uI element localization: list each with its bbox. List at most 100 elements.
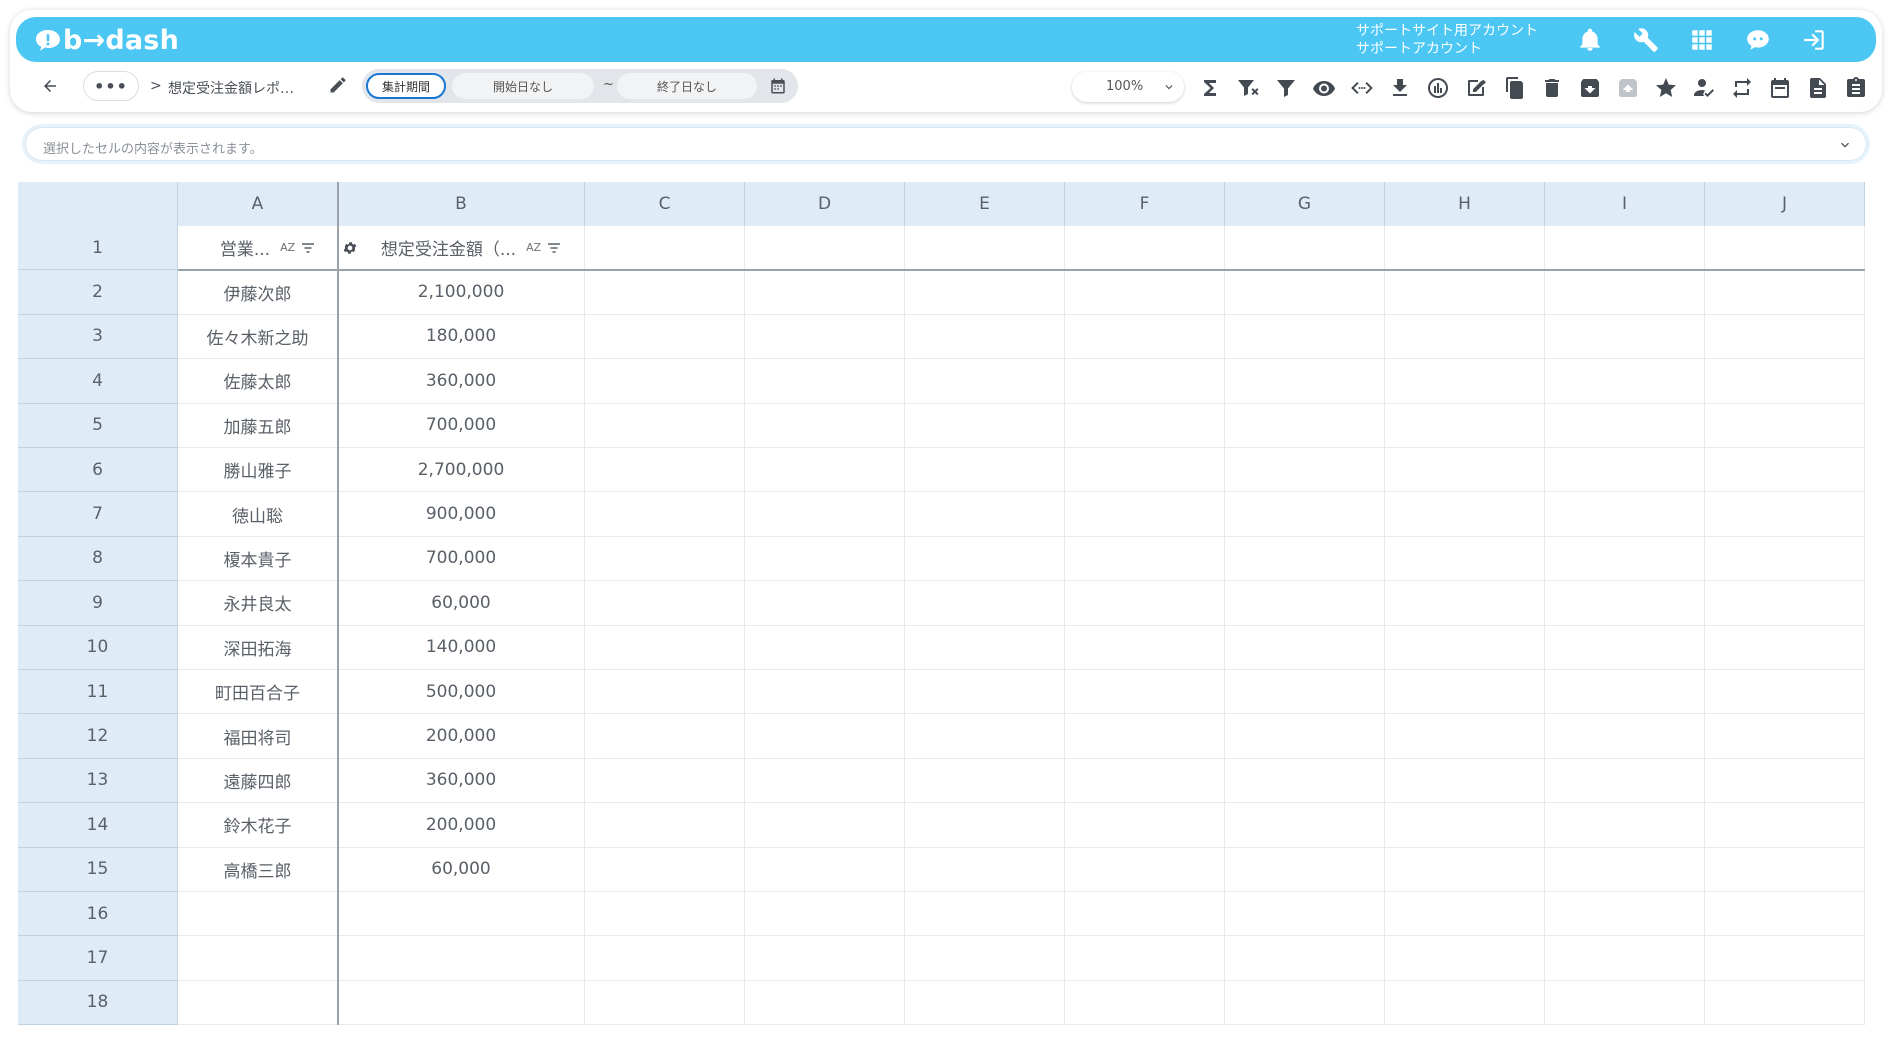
table-cell[interactable] [1705,758,1865,804]
row-header[interactable]: 16 [18,892,178,937]
table-cell[interactable] [745,892,905,937]
table-cell[interactable] [905,359,1065,404]
table-cell[interactable] [1705,314,1865,360]
table-cell[interactable] [745,625,905,670]
row-header[interactable]: 13 [18,758,178,804]
table-cell[interactable] [1545,403,1705,448]
table-cell[interactable] [1545,448,1705,493]
table-cell[interactable] [585,892,745,937]
table-cell[interactable] [1705,536,1865,582]
table-cell[interactable] [745,847,905,892]
table-cell[interactable] [1545,492,1705,537]
eye-icon[interactable] [1310,74,1338,102]
header-cell[interactable] [1385,226,1545,271]
table-cell[interactable] [1705,803,1865,848]
table-cell[interactable] [1705,403,1865,448]
table-cell[interactable] [1705,581,1865,626]
table-cell[interactable]: 遠藤四郎 [178,758,338,804]
row-header[interactable]: 6 [18,448,178,493]
table-cell[interactable]: 900,000 [338,492,585,537]
column-header-j[interactable]: J [1705,182,1865,226]
table-cell[interactable]: 加藤五郎 [178,403,338,448]
table-cell[interactable]: 深田拓海 [178,625,338,670]
table-cell[interactable] [1065,625,1225,670]
row-header[interactable]: 18 [18,980,178,1025]
table-cell[interactable] [1385,536,1545,582]
table-cell[interactable]: 榎本貴子 [178,536,338,582]
table-cell[interactable] [905,670,1065,715]
calendar-icon[interactable] [1766,74,1794,102]
chat-bot-icon[interactable] [1744,26,1772,54]
table-cell[interactable] [1705,847,1865,892]
table-cell[interactable] [1545,803,1705,848]
column-header-c[interactable]: C [585,182,745,226]
table-cell[interactable] [1065,448,1225,493]
column-header-f[interactable]: F [1065,182,1225,226]
header-cell[interactable] [905,226,1065,271]
table-cell[interactable] [905,536,1065,582]
table-cell[interactable]: 180,000 [338,314,585,360]
table-cell[interactable] [745,314,905,360]
archive-icon[interactable] [1576,74,1604,102]
table-cell[interactable] [1225,670,1385,715]
row-header[interactable]: 10 [18,625,178,670]
table-cell[interactable] [1545,536,1705,582]
table-cell[interactable] [1385,670,1545,715]
table-cell[interactable] [585,270,745,315]
table-cell[interactable] [905,625,1065,670]
bell-icon[interactable] [1576,26,1604,54]
table-cell[interactable] [1705,936,1865,981]
table-cell[interactable]: 2,700,000 [338,448,585,493]
table-cell[interactable] [1545,714,1705,759]
table-cell[interactable] [1545,270,1705,315]
table-cell[interactable] [585,670,745,715]
table-cell[interactable] [745,980,905,1025]
table-cell[interactable] [585,625,745,670]
chevron-down-icon[interactable] [1837,137,1853,153]
back-button[interactable] [36,72,64,100]
table-cell[interactable]: 140,000 [338,625,585,670]
table-cell[interactable] [585,758,745,804]
table-cell[interactable] [745,803,905,848]
logout-icon[interactable] [1800,26,1828,54]
table-cell[interactable] [1065,670,1225,715]
table-cell[interactable] [1705,980,1865,1025]
table-cell[interactable]: 60,000 [338,847,585,892]
table-cell[interactable] [1385,847,1545,892]
table-cell[interactable] [585,803,745,848]
table-cell[interactable]: 永井良太 [178,581,338,626]
table-cell[interactable] [585,714,745,759]
table-cell[interactable] [1545,758,1705,804]
repeat-icon[interactable] [1728,74,1756,102]
table-cell[interactable] [1065,314,1225,360]
table-cell[interactable] [1545,847,1705,892]
table-cell[interactable] [905,980,1065,1025]
table-cell[interactable] [1225,536,1385,582]
row-header[interactable]: 3 [18,314,178,360]
table-cell[interactable] [1065,936,1225,981]
column-header-e[interactable]: E [905,182,1065,226]
table-cell[interactable]: 鈴木花子 [178,803,338,848]
table-cell[interactable] [745,492,905,537]
table-cell[interactable] [745,714,905,759]
table-cell[interactable] [905,492,1065,537]
table-cell[interactable] [905,936,1065,981]
table-cell[interactable] [745,670,905,715]
table-cell[interactable] [1225,314,1385,360]
table-cell[interactable] [585,936,745,981]
row-header[interactable]: 12 [18,714,178,759]
cell-content-bar[interactable]: 選択したセルの内容が表示されます。 [22,124,1870,164]
table-cell[interactable]: 700,000 [338,536,585,582]
table-cell[interactable] [1545,892,1705,937]
table-cell[interactable]: 高橋三郎 [178,847,338,892]
table-cell[interactable] [1385,980,1545,1025]
header-cell[interactable] [1225,226,1385,271]
table-cell[interactable] [905,314,1065,360]
table-cell[interactable]: 360,000 [338,359,585,404]
table-cell[interactable] [1065,758,1225,804]
clipboard-icon[interactable] [1842,74,1870,102]
wrench-icon[interactable] [1632,26,1660,54]
user-check-icon[interactable] [1690,74,1718,102]
table-cell[interactable]: 200,000 [338,714,585,759]
table-cell[interactable] [1385,359,1545,404]
